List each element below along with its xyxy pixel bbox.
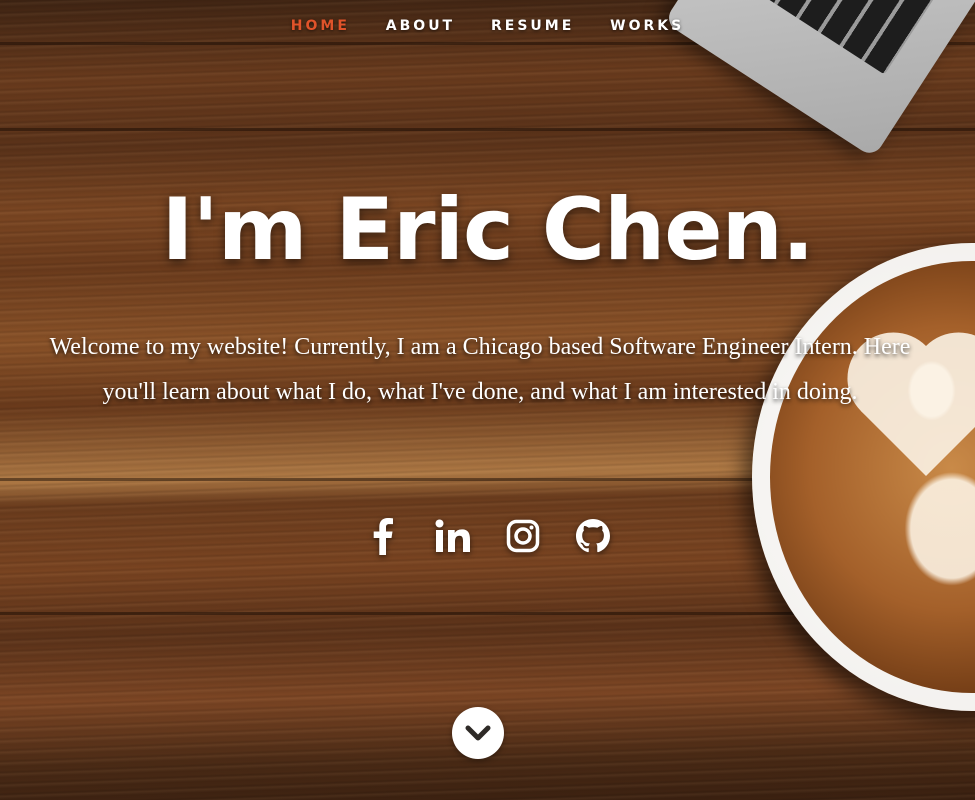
hero-section: HOME ABOUT RESUME WORKS I'm Eric Chen. W… [0,0,975,800]
hero-intro: Welcome to my website! Currently, I am a… [49,334,911,405]
linkedin-icon [435,519,470,552]
main-nav: HOME ABOUT RESUME WORKS [0,18,975,34]
instagram-icon [506,519,539,553]
nav-home[interactable]: HOME [291,18,350,34]
wood-plank-seam [0,478,760,481]
facebook-link[interactable] [359,514,407,558]
nav-about[interactable]: ABOUT [386,18,455,34]
coffee-cup-image [752,243,975,711]
nav-works[interactable]: WORKS [610,18,684,34]
social-links [0,514,975,558]
github-link[interactable] [569,514,617,558]
nav-resume[interactable]: RESUME [491,18,574,34]
hero-title: I'm Eric Chen. [161,180,815,280]
facebook-icon [373,518,393,555]
github-icon [575,519,610,553]
chevron-down-icon [465,725,491,741]
linkedin-link[interactable] [429,514,477,558]
instagram-link[interactable] [499,514,547,558]
scroll-down-button[interactable] [452,707,504,759]
